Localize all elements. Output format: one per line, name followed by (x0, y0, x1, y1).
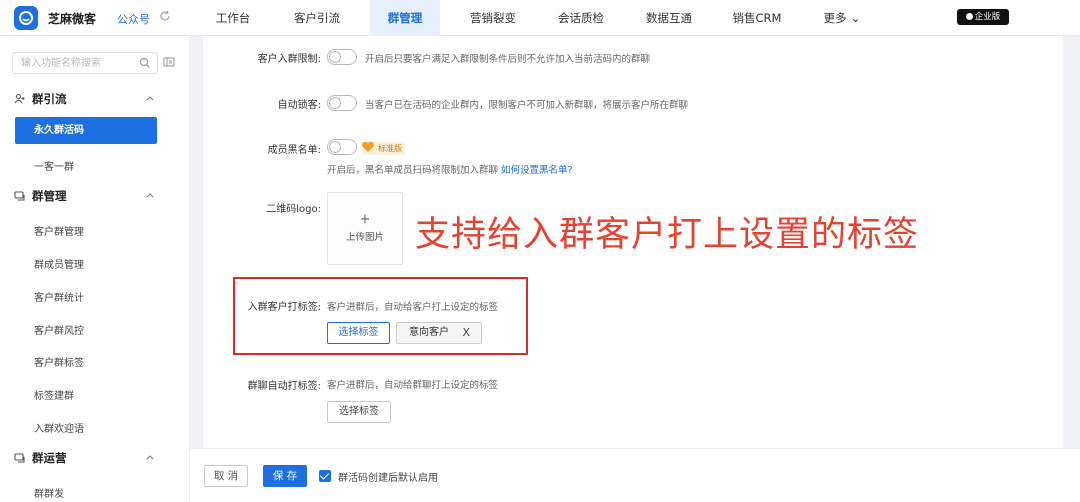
select-group-tag-button[interactable]: 选择标签 (327, 401, 391, 423)
member-blacklist-toggle[interactable] (327, 139, 357, 155)
customer-tag-label: 入群客户打标签: (247, 302, 321, 313)
nav-tab-data-sync[interactable]: 数据互通 (632, 0, 706, 36)
sidebar-item-customer-group-tags[interactable]: 客户群标签 (34, 354, 84, 369)
form-footer: 取 消 保 存 群活码创建后默认启用 (190, 448, 1080, 502)
sidebar-group-group-acquisition[interactable]: 群引流 (14, 91, 164, 109)
app-logo-icon[interactable] (14, 6, 38, 30)
sidebar-group-group-operations[interactable]: 群运营 (14, 450, 164, 468)
enterprise-edition-badge[interactable]: 企业版 (957, 9, 1009, 25)
enable-by-default-checkbox[interactable] (319, 470, 331, 482)
join-limit-label: 客户入群限制: (257, 54, 321, 65)
standard-edition-badge: 标准版 (362, 141, 405, 155)
sidebar-item-tag-based-group-creation[interactable]: 标签建群 (34, 387, 74, 402)
sidebar-search (12, 52, 158, 74)
customer-tag-chip-label: 意向客户 (409, 327, 449, 338)
sidebar-item-group-broadcast[interactable]: 群群发 (34, 485, 64, 500)
chevron-up-icon (146, 96, 154, 101)
chat-group-icon (14, 453, 25, 463)
nav-tab-marketing-fission[interactable]: 营销裂变 (456, 0, 530, 36)
top-navigation-bar: 芝麻微客 公众号 工作台 客户引流 群管理 营销裂变 会话质检 数据互通 销售C… (0, 0, 1080, 36)
upload-image-label: 上传图片 (345, 232, 384, 243)
sidebar-item-permanent-group-qrcode[interactable]: 永久群活码 (15, 117, 157, 144)
plus-icon: + (359, 212, 371, 227)
sidebar-item-customer-group-stats[interactable]: 客户群统计 (34, 289, 84, 304)
sidebar-item-customer-group-management[interactable]: 客户群管理 (34, 223, 84, 238)
member-blacklist-label: 成员黑名单: (267, 145, 321, 156)
chat-group-icon (14, 191, 25, 201)
nav-tab-session-inspection[interactable]: 会话质检 (544, 0, 618, 36)
sidebar-group-label: 群引流 (32, 92, 67, 106)
sidebar-item-customer-group-risk-control[interactable]: 客户群风控 (34, 322, 84, 337)
standard-edition-label: 标准版 (378, 144, 402, 153)
customer-tag-hint: 客户进群后，自动给客户打上设定的标签 (327, 302, 499, 313)
join-limit-hint: 开启后只要客户满足入群限制条件后则不允许加入当前活码内的群聊 (365, 54, 651, 65)
customer-tag-chip: 意向客户 X (396, 322, 482, 344)
sidebar-item-group-welcome-message[interactable]: 入群欢迎语 (34, 420, 84, 435)
nav-tab-group-management[interactable]: 群管理 (370, 0, 440, 36)
user-plus-icon (14, 93, 25, 104)
member-blacklist-hint: 开启后，黑名单成员扫码将限制加入群聊 如何设置黑名单? (327, 162, 573, 176)
enterprise-badge-label: 企业版 (974, 12, 1001, 22)
sidebar-item-one-customer-one-group[interactable]: 一客一群 (34, 158, 74, 173)
nav-tab-more[interactable]: 更多 ⌄ (812, 0, 872, 36)
nav-more-label: 更多 (823, 11, 847, 25)
enterprise-icon (965, 13, 973, 20)
auto-lock-label: 自动锁客: (277, 100, 321, 111)
qr-logo-upload[interactable]: + 上传图片 (327, 192, 403, 265)
sidebar-group-label: 群管理 (32, 189, 67, 203)
sidebar-collapse-icon[interactable] (163, 56, 175, 68)
nav-tab-customer-acquisition[interactable]: 客户引流 (280, 0, 354, 36)
search-icon[interactable] (139, 57, 151, 69)
group-auto-tag-label: 群聊自动打标签: (247, 381, 321, 392)
sidebar-group-label: 群运营 (32, 451, 67, 465)
enable-by-default-label: 群活码创建后默认启用 (338, 473, 438, 484)
nav-tab-workbench[interactable]: 工作台 (200, 0, 266, 36)
auto-lock-toggle[interactable] (327, 95, 357, 111)
cancel-button[interactable]: 取 消 (204, 465, 248, 487)
auto-lock-hint: 当客户已在活码的企业群内，限制客户不可加入新群聊，将展示客户所在群聊 (365, 100, 689, 111)
diamond-heart-icon (362, 141, 374, 152)
qr-logo-label: 二维码logo: (266, 204, 321, 215)
tag-feature-annotation: 支持给入群客户打上设置的标签 (415, 215, 920, 255)
sidebar-item-group-member-management[interactable]: 群成员管理 (34, 256, 84, 271)
close-icon[interactable]: X (462, 323, 470, 343)
nav-tab-sales-crm[interactable]: 销售CRM (720, 0, 794, 36)
member-blacklist-hint-text: 开启后，黑名单成员扫码将限制加入群聊 (327, 165, 499, 176)
how-to-set-blacklist-link[interactable]: 如何设置黑名单? (501, 165, 573, 176)
switch-account-icon[interactable] (157, 8, 173, 24)
group-auto-tag-hint: 客户进群后，自动给群聊打上设定的标签 (327, 380, 499, 391)
sidebar: 群引流 永久群活码 一客一群 群管理 客户群管理 群成员管理 客户群统计 客户群… (0, 36, 190, 502)
brand-name: 芝麻微客 (48, 12, 97, 26)
save-button[interactable]: 保 存 (263, 465, 307, 487)
select-customer-tag-button[interactable]: 选择标签 (327, 322, 390, 344)
account-type-link[interactable]: 公众号 (117, 11, 150, 27)
join-limit-toggle[interactable] (327, 49, 357, 65)
chevron-up-icon (146, 455, 154, 460)
group-qrcode-settings-form: 客户入群限制: 开启后只要客户满足入群限制条件后则不允许加入当前活码内的群聊 自… (203, 36, 1063, 448)
sidebar-group-group-management[interactable]: 群管理 (14, 188, 164, 206)
sidebar-search-input[interactable] (13, 53, 131, 73)
chevron-up-icon (146, 193, 154, 198)
chevron-down-icon: ⌄ (850, 11, 861, 25)
